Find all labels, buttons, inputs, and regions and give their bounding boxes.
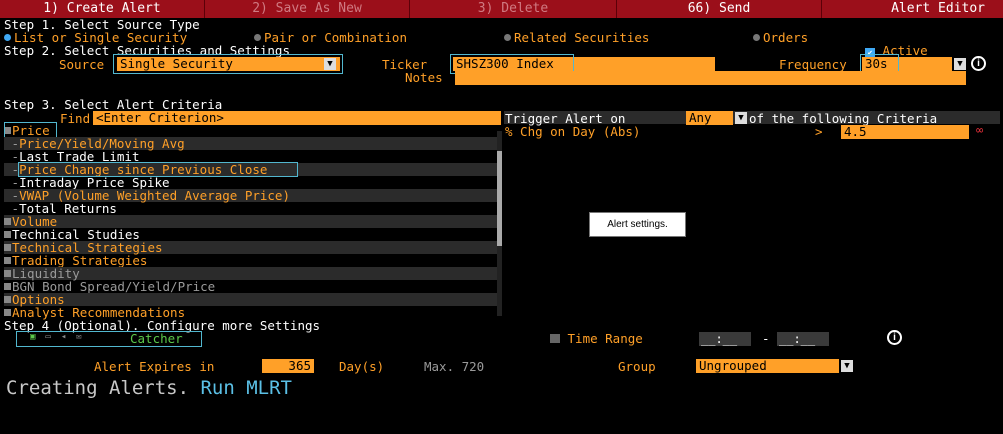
status-text: Creating Alerts. [6, 377, 190, 399]
info-icon[interactable]: i [887, 330, 902, 345]
alert-settings-tooltip: Alert settings. [589, 212, 686, 237]
expires-unit: Day(s) [339, 359, 385, 374]
criterion-value-input[interactable]: 4.5 [841, 125, 969, 139]
tree-item[interactable]: -Total Returns [4, 202, 501, 215]
tab-send[interactable]: 66) Send [617, 0, 822, 18]
radio-unselected-icon [504, 34, 511, 41]
expand-icon [4, 218, 11, 225]
speaker-icon: ◂ [60, 332, 77, 342]
run-mlrt-link[interactable]: Run MLRT [200, 377, 292, 399]
notes-label: Notes [405, 70, 443, 85]
expires-days-input[interactable]: 365 [262, 359, 314, 373]
time-from-input[interactable]: __:__ [699, 332, 751, 346]
tree-scrollbar[interactable] [497, 131, 502, 316]
function-tab-bar: 1) Create Alert 2) Save As New 3) Delete… [0, 0, 1003, 18]
criterion-operator[interactable]: > [815, 124, 823, 139]
expires-label: Alert Expires in [94, 359, 215, 374]
window-title: Alert Editor [891, 1, 985, 16]
expand-icon [4, 296, 11, 303]
chevron-down-icon[interactable]: ▼ [954, 58, 966, 70]
tab-save-as-new[interactable]: 2) Save As New [205, 0, 410, 18]
remove-criterion-icon[interactable]: ∞ [976, 123, 983, 137]
group-select[interactable]: Ungrouped [696, 359, 839, 373]
time-to-input[interactable]: __:__ [777, 332, 829, 346]
trigger-any-select[interactable]: Any [686, 111, 733, 125]
info-icon[interactable]: i [971, 56, 986, 71]
radio-related-securities[interactable]: Related Securities [504, 30, 649, 45]
chevron-down-icon[interactable]: ▼ [324, 58, 336, 70]
expires-max: Max. 720 [424, 359, 485, 374]
tree-group[interactable]: BGN Bond Spread/Yield/Price [4, 280, 501, 293]
expand-icon [4, 231, 11, 238]
expand-icon [4, 283, 11, 290]
time-range-checkbox[interactable]: Time Range [550, 331, 643, 346]
mail-icon: ✉ [76, 332, 92, 342]
group-label: Group [618, 359, 656, 374]
notes-input[interactable] [455, 71, 966, 85]
criterion-name[interactable]: % Chg on Day (Abs) [505, 124, 640, 139]
source-label: Source [59, 57, 105, 72]
radio-orders[interactable]: Orders [753, 30, 808, 45]
source-select[interactable]: Single Security [117, 57, 340, 71]
time-separator: - [762, 331, 770, 346]
chevron-down-icon[interactable]: ▼ [841, 360, 853, 372]
expand-icon [4, 309, 11, 316]
tab-create-alert[interactable]: 1) Create Alert [0, 0, 205, 18]
radio-unselected-icon [254, 34, 261, 41]
tab-delete[interactable]: 3) Delete [410, 0, 617, 18]
expand-icon [4, 270, 11, 277]
checkbox-unchecked-icon [550, 334, 560, 343]
radio-unselected-icon [753, 34, 760, 41]
expand-icon [4, 257, 11, 264]
expand-icon [4, 244, 11, 251]
flag-icon: ▣ [30, 332, 46, 342]
chat-icon: ▭ [45, 332, 61, 342]
catcher-icons[interactable]: ▣▭◂✉ [30, 332, 92, 342]
catcher-label[interactable]: Catcher [130, 331, 183, 346]
frequency-label: Frequency [779, 57, 847, 72]
find-criterion-input[interactable]: <Enter Criterion> [93, 111, 501, 125]
scrollbar-thumb[interactable] [497, 151, 502, 246]
status-line: Creating Alerts. Run MLRT [6, 377, 292, 399]
radio-selected-icon [4, 34, 11, 41]
chevron-down-icon[interactable]: ▼ [735, 112, 747, 124]
